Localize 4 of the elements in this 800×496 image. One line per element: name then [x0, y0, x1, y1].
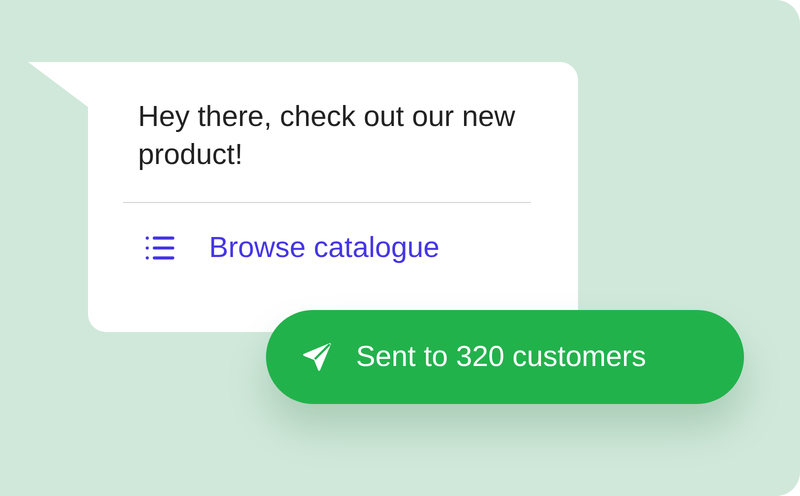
message-text: Hey there, check out our new product!: [138, 100, 516, 173]
paper-plane-icon: [300, 340, 334, 374]
status-text: Sent to 320 customers: [356, 340, 646, 374]
browse-catalogue-link[interactable]: Browse catalogue: [143, 231, 440, 265]
